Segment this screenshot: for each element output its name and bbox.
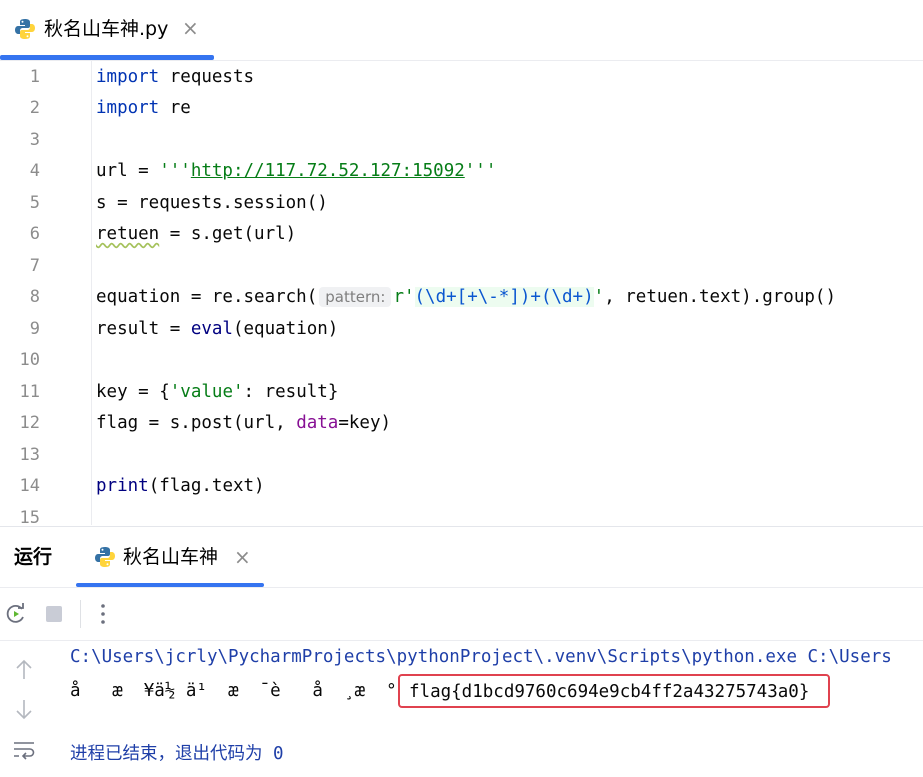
soft-wrap-icon[interactable] [11, 737, 37, 763]
code-line: import re [96, 98, 191, 118]
code-line: key = {'value': result} [96, 382, 338, 402]
code-line: import requests [96, 67, 254, 87]
code-text: (flag.text) [148, 476, 265, 496]
stop-icon[interactable] [41, 601, 67, 627]
line-number: 8 [29, 287, 40, 307]
code-text: url = [96, 161, 160, 181]
code-text: =key) [338, 413, 392, 433]
editor-tab[interactable]: 秋名山车神.py × [0, 0, 214, 60]
code-text: requests [159, 67, 255, 87]
code-text: = s.get(url) [159, 224, 297, 244]
string: ''' [464, 161, 497, 181]
run-panel-header: 运行 秋名山车神 × [0, 527, 923, 588]
code-line: url = '''http://117.72.52.127:15092''' [96, 161, 496, 181]
arrow-up-icon[interactable] [11, 657, 37, 683]
flag-highlight-box: flag{d1bcd9760c694e9cb4ff2a43275743a0} [398, 674, 830, 708]
string: ''' [159, 161, 191, 181]
console-garbled-output: å æ ¥ä½ ä¹ æ ¯è å ¸æ ° [70, 681, 397, 701]
builtin: print [96, 476, 149, 496]
url-link[interactable]: http://117.72.52.127:15092 [191, 161, 465, 181]
line-number: 7 [29, 256, 40, 276]
line-number: 14 [19, 476, 40, 496]
code-text: re [159, 98, 191, 118]
line-number: 12 [19, 413, 40, 433]
toolbar-separator [80, 600, 81, 628]
line-number: 6 [29, 224, 40, 244]
python-icon [14, 18, 36, 40]
active-tab-indicator [76, 583, 264, 587]
more-vertical-icon[interactable] [90, 601, 116, 627]
string: r' [393, 287, 415, 307]
string: ' [593, 287, 605, 307]
line-number: 3 [29, 130, 40, 150]
run-tab-title: 秋名山车神 [123, 546, 219, 568]
line-number: 2 [29, 98, 40, 118]
typo-variable: retuen [96, 224, 160, 244]
code-text: : result} [243, 382, 339, 402]
code-text: (equation) [232, 319, 339, 339]
line-number: 9 [29, 319, 40, 339]
line-number: 15 [19, 508, 40, 525]
console-command-line: C:\Users\jcrly\PycharmProjects\pythonPro… [70, 647, 892, 667]
line-number: 1 [29, 67, 40, 87]
regex-pattern: (\d+[+\-*])+(\d+) [414, 287, 594, 307]
close-icon[interactable]: × [182, 15, 199, 41]
parameter-hint: pattern: [319, 287, 392, 307]
close-icon[interactable]: × [234, 544, 251, 570]
line-number: 10 [19, 350, 40, 370]
builtin: eval [190, 319, 233, 339]
flag-output: flag{d1bcd9760c694e9cb4ff2a43275743a0} [409, 682, 810, 702]
run-panel: 运行 秋名山车神 × C:\Users\jcrly\PycharmProject… [0, 526, 923, 777]
code-text: key = { [96, 382, 170, 402]
arrow-down-icon[interactable] [11, 696, 37, 722]
console-side-toolbar [0, 641, 48, 777]
console-output[interactable]: C:\Users\jcrly\PycharmProjects\pythonPro… [70, 641, 923, 777]
run-config-tab[interactable]: 秋名山车神 × [76, 527, 264, 587]
keyword-argument: data [296, 413, 339, 433]
line-number: 13 [19, 445, 40, 465]
line-number: 4 [29, 161, 40, 181]
code-line: equation = re.search(pattern: r'(\d+[+\-*… [96, 287, 836, 307]
run-toolbar [0, 588, 923, 641]
line-number: 11 [19, 382, 40, 402]
editor-tab-title: 秋名山车神.py [44, 18, 169, 40]
code-line: retuen = s.get(url) [96, 224, 296, 244]
code-line: s = requests.session() [96, 193, 328, 213]
code-line: result = eval(equation) [96, 319, 338, 339]
code-line: print(flag.text) [96, 476, 265, 496]
process-exit-message: 进程已结束，退出代码为 0 [70, 744, 284, 764]
code-text: flag = s.post(url, [96, 413, 297, 433]
python-icon [94, 546, 116, 568]
gutter-divider [91, 61, 92, 525]
code-text: equation = re.search( [96, 287, 318, 307]
string: 'value' [169, 382, 244, 402]
active-tab-indicator [0, 55, 214, 60]
run-panel-label: 运行 [14, 546, 53, 568]
code-line: flag = s.post(url, data=key) [96, 413, 391, 433]
line-number: 5 [29, 193, 40, 213]
keyword: import [96, 67, 160, 87]
code-text: result = [96, 319, 191, 339]
keyword: import [96, 98, 160, 118]
rerun-icon[interactable] [3, 601, 29, 627]
code-editor[interactable]: 1 2 3 4 5 6 7 8 9 10 11 12 13 14 15 impo… [0, 61, 923, 525]
editor-tab-bar: 秋名山车神.py × [0, 0, 923, 61]
code-text: , retuen.text).group() [604, 287, 836, 307]
